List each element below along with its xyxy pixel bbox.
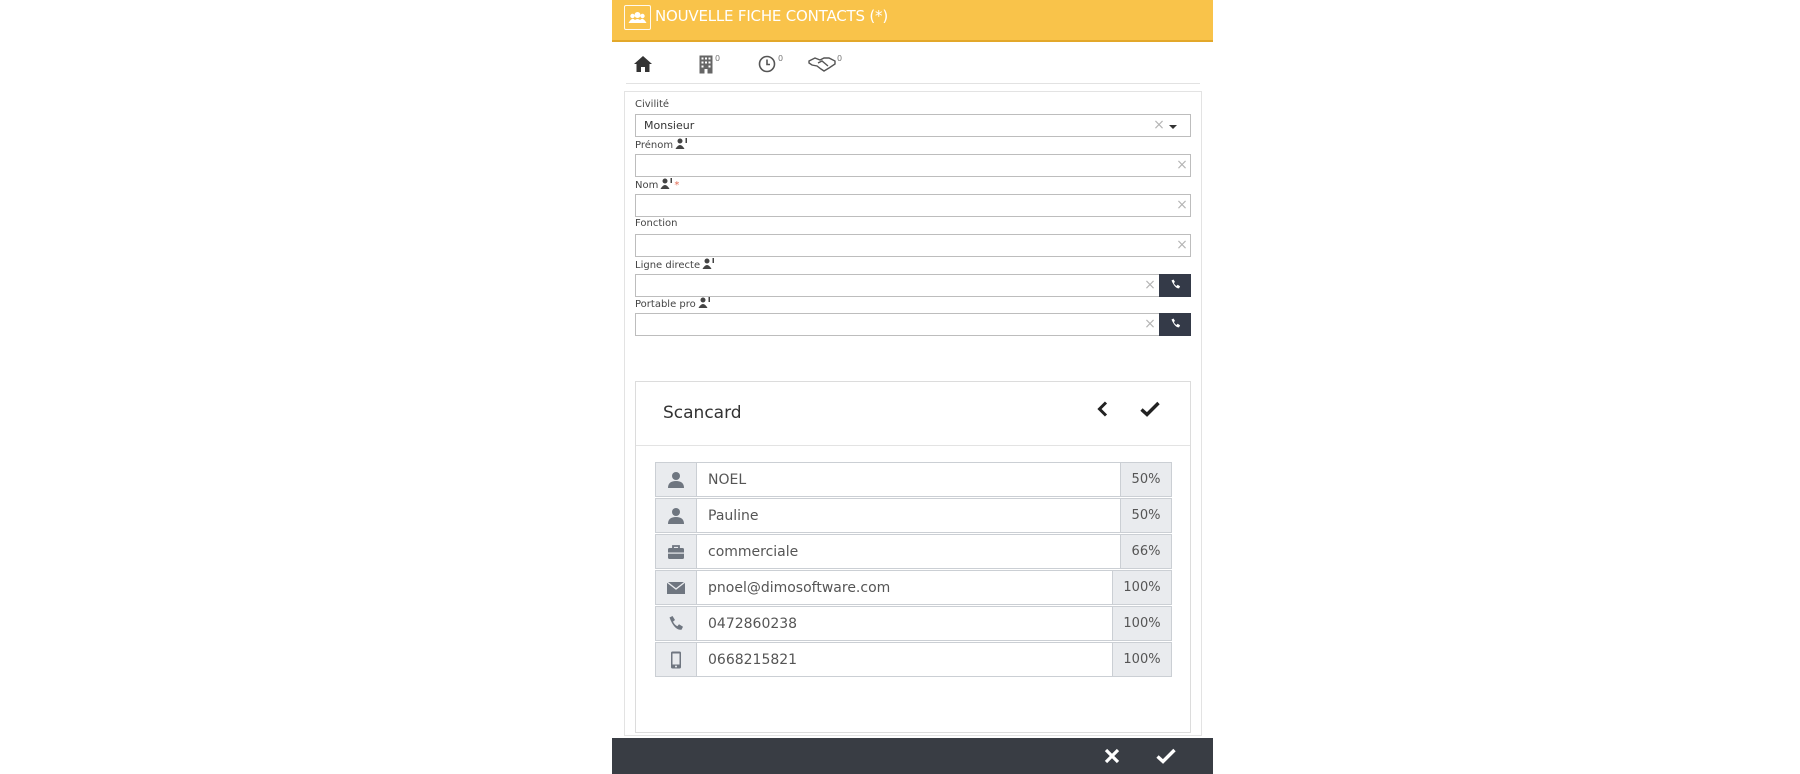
envelope-icon	[655, 570, 697, 605]
fonction-label: Fonction	[635, 218, 678, 229]
users-icon	[624, 5, 651, 30]
user-icon	[655, 498, 697, 533]
portable-pro-label: Portable pro	[635, 299, 696, 310]
save-button[interactable]	[1155, 747, 1177, 765]
nom-field[interactable]: ×	[635, 194, 1191, 217]
confidence-badge: 50%	[1120, 462, 1172, 497]
civilite-select[interactable]: Monsieur ×	[635, 114, 1191, 137]
scan-input-lastname[interactable]: NOEL	[696, 462, 1122, 497]
required-marker: *	[674, 180, 680, 191]
call-button[interactable]	[1159, 274, 1191, 297]
user-info-icon	[698, 297, 710, 308]
scan-row-email: pnoel@dimosoftware.com 100%	[655, 570, 1172, 605]
phone-icon	[655, 606, 697, 641]
phone-icon	[1171, 318, 1181, 328]
tab-home[interactable]	[633, 55, 653, 77]
nom-label: Nom	[635, 180, 659, 191]
check-icon	[1156, 748, 1176, 764]
clock-icon	[758, 55, 776, 77]
scan-row-function: commerciale 66%	[655, 534, 1172, 569]
history-count: 0	[778, 54, 784, 63]
fonction-field[interactable]: ×	[635, 234, 1191, 257]
scan-value: commerciale	[708, 544, 799, 560]
scan-input-phone[interactable]: 0472860238	[696, 606, 1114, 641]
validate-scan-button[interactable]	[1139, 400, 1161, 418]
contact-form: Civilité Monsieur × Prénom × Nom * × Fonc…	[624, 91, 1202, 736]
home-icon	[633, 56, 653, 77]
confidence-badge: 100%	[1112, 642, 1172, 677]
footer-bar	[612, 738, 1213, 774]
scan-value: pnoel@dimosoftware.com	[708, 580, 891, 596]
user-info-icon	[660, 178, 673, 189]
scancard-title: Scancard	[663, 403, 742, 423]
call-button[interactable]	[1159, 313, 1191, 336]
companies-count: 0	[715, 54, 721, 63]
deals-count: 0	[837, 54, 843, 63]
nom-clear-icon[interactable]: ×	[1175, 197, 1189, 213]
scan-input-mobile[interactable]: 0668215821	[696, 642, 1114, 677]
user-icon	[655, 462, 697, 497]
confidence-badge: 100%	[1112, 606, 1172, 641]
ligne-directe-label-wrap: Ligne directe	[635, 258, 715, 271]
header-bar: NOUVELLE FICHE CONTACTS (*)	[612, 0, 1213, 42]
building-icon	[699, 55, 713, 78]
check-icon	[1140, 401, 1160, 417]
ligne-directe-label: Ligne directe	[635, 260, 701, 271]
tab-bar: 0 0 0	[626, 52, 1200, 84]
cancel-button[interactable]	[1103, 747, 1121, 765]
briefcase-icon	[655, 534, 697, 569]
scan-row-firstname: Pauline 50%	[655, 498, 1172, 533]
portable-pro-field[interactable]: ×	[635, 313, 1191, 336]
scan-input-firstname[interactable]: Pauline	[696, 498, 1122, 533]
tab-history[interactable]: 0	[758, 54, 783, 77]
user-info-icon	[675, 138, 688, 149]
contact-form-panel: NOUVELLE FICHE CONTACTS (*) 0 0 0 Civili…	[612, 0, 1213, 774]
civilite-label: Civilité	[635, 99, 670, 110]
scan-value: 0472860238	[708, 616, 798, 632]
scan-value: 0668215821	[708, 652, 798, 668]
confidence-badge: 50%	[1120, 498, 1172, 533]
scan-row-lastname: NOEL 50%	[655, 462, 1172, 497]
back-button[interactable]	[1095, 400, 1111, 418]
close-icon	[1104, 748, 1120, 764]
prenom-clear-icon[interactable]: ×	[1175, 157, 1189, 173]
confidence-badge: 100%	[1112, 570, 1172, 605]
scan-row-phone: 0472860238 100%	[655, 606, 1172, 641]
user-info-icon	[702, 258, 715, 269]
handshake-icon	[808, 57, 836, 77]
prenom-field[interactable]: ×	[635, 154, 1191, 177]
scan-value: Pauline	[708, 508, 759, 524]
mobile-icon	[655, 642, 697, 677]
prenom-label-wrap: Prénom	[635, 138, 688, 151]
nom-label-wrap: Nom *	[635, 178, 679, 191]
prenom-label: Prénom	[635, 140, 674, 151]
tab-companies[interactable]: 0	[699, 54, 720, 78]
scancard-header: Scancard	[636, 382, 1190, 446]
civilite-clear-icon[interactable]: ×	[1152, 117, 1166, 133]
civilite-value: Monsieur	[644, 119, 695, 132]
tab-deals[interactable]: 0	[808, 54, 842, 77]
scancard-panel: Scancard NOEL 50% Pauline 50% commercial…	[635, 381, 1191, 733]
portable-pro-label-wrap: Portable pro	[635, 297, 711, 310]
portable-pro-clear-icon[interactable]: ×	[1143, 316, 1157, 332]
scan-input-function[interactable]: commerciale	[696, 534, 1122, 569]
scan-input-email[interactable]: pnoel@dimosoftware.com	[696, 570, 1114, 605]
confidence-badge: 66%	[1120, 534, 1172, 569]
scan-row-mobile: 0668215821 100%	[655, 642, 1172, 677]
chevron-left-icon	[1097, 401, 1108, 417]
scan-value: NOEL	[708, 472, 747, 488]
page-title: NOUVELLE FICHE CONTACTS (*)	[655, 7, 888, 25]
chevron-down-icon[interactable]	[1169, 125, 1177, 129]
ligne-directe-field[interactable]: ×	[635, 274, 1191, 297]
ligne-directe-clear-icon[interactable]: ×	[1143, 277, 1157, 293]
fonction-clear-icon[interactable]: ×	[1175, 237, 1189, 253]
phone-icon	[1171, 279, 1181, 289]
